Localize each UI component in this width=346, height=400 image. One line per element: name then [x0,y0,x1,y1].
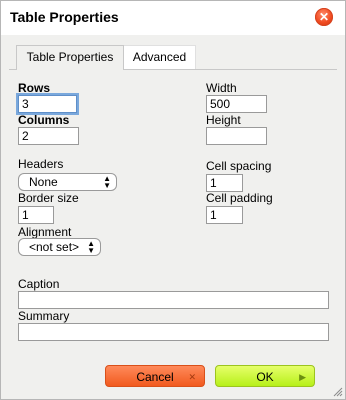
height-input[interactable] [206,127,267,145]
alignment-select[interactable]: <not set> ▲ ▼ [18,238,101,256]
dialog-title: Table Properties [10,9,119,25]
rows-input[interactable] [18,95,77,113]
caption-label: Caption [18,277,60,291]
table-properties-dialog: Table Properties ✕ Table Properties Adva… [0,0,346,400]
dialog-body: Table Properties Advanced Rows Columns H… [1,35,345,365]
summary-input[interactable] [18,323,329,341]
border-size-label: Border size [18,191,79,205]
border-size-input[interactable] [18,206,54,224]
cancel-button-label: Cancel [136,370,174,384]
cell-spacing-input[interactable] [206,174,243,192]
alignment-label: Alignment [18,225,72,239]
x-icon: ✕ [188,372,196,382]
alignment-select-value: <not set> [29,240,80,254]
cell-spacing-label: Cell spacing [206,159,272,173]
dialog-titlebar[interactable]: Table Properties ✕ [1,1,345,35]
headers-select-value: None [29,175,58,189]
tab-table-properties[interactable]: Table Properties [16,45,124,70]
tab-advanced[interactable]: Advanced [124,45,196,69]
ok-button[interactable]: OK ▶ [215,365,315,387]
select-arrows-icon: ▲ ▼ [87,239,95,255]
headers-label: Headers [18,157,64,171]
resize-grip-icon[interactable] [333,387,343,397]
dialog-footer: Cancel ✕ OK ▶ [1,355,345,399]
cell-padding-input[interactable] [206,206,243,224]
cancel-button[interactable]: Cancel ✕ [105,365,205,387]
cell-padding-label: Cell padding [206,191,273,205]
headers-select[interactable]: None ▲ ▼ [18,173,117,191]
columns-label: Columns [18,113,70,127]
caption-input[interactable] [18,291,329,309]
width-label: Width [206,81,237,95]
summary-label: Summary [18,309,70,323]
select-arrows-icon: ▲ ▼ [103,174,111,190]
play-arrow-icon: ▶ [299,372,306,382]
rows-label: Rows [18,81,51,95]
height-label: Height [206,113,241,127]
width-input[interactable] [206,95,267,113]
ok-button-label: OK [256,370,274,384]
close-icon[interactable]: ✕ [315,8,333,26]
columns-input[interactable] [18,127,79,145]
